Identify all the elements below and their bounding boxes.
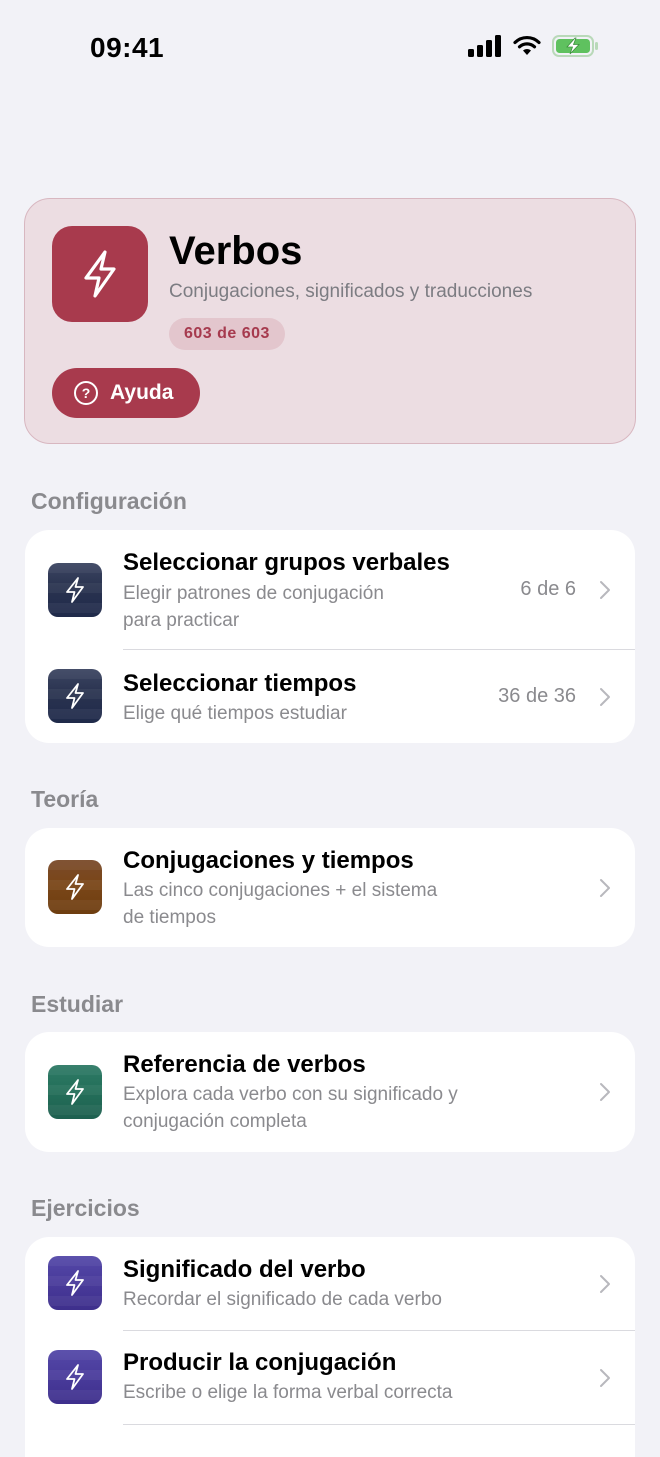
row-separator [123, 1424, 635, 1425]
ejercicios-card: Significado del verbo Recordar el signif… [25, 1237, 635, 1457]
lightning-bolt-icon [48, 563, 102, 617]
lightning-bolt-icon [48, 669, 102, 723]
row-seleccionar-tiempos[interactable]: Seleccionar tiempos Elige qué tiempos es… [25, 650, 635, 743]
section-header-teoria: Teoría [31, 786, 99, 812]
row-title: Conjugaciones y tiempos [123, 847, 414, 874]
lightning-bolt-icon [48, 1065, 102, 1119]
row-value: 36 de 36 [498, 685, 576, 707]
estudiar-card: Referencia de verbos Explora cada verbo … [25, 1032, 635, 1152]
row-significado-del-verbo[interactable]: Significado del verbo Recordar el signif… [25, 1237, 635, 1330]
status-time: 09:41 [90, 32, 165, 63]
lightning-bolt-icon [52, 226, 148, 322]
section-header-configuracion: Configuración [31, 488, 187, 514]
battery-charging-icon [552, 35, 598, 57]
section-header-estudiar: Estudiar [31, 991, 124, 1017]
chevron-right-icon [600, 879, 610, 897]
chevron-right-icon [600, 1369, 610, 1387]
row-subtitle: Escribe o elige la forma verbal correcta [123, 1382, 453, 1403]
chevron-right-icon [600, 1083, 610, 1101]
row-subtitle-line2: conjugación completa [123, 1111, 307, 1132]
row-title: Seleccionar grupos verbales [123, 549, 450, 576]
row-seleccionar-grupos-verbales[interactable]: Seleccionar grupos verbales Elegir patro… [25, 530, 635, 649]
chevron-right-icon [600, 1275, 610, 1293]
lightning-bolt-icon [48, 1350, 102, 1404]
row-subtitle: Las cinco conjugaciones + el sistema [123, 880, 438, 901]
help-button-label: Ayuda [110, 381, 174, 404]
lightning-bolt-icon [48, 860, 102, 914]
verbos-hero-card: Verbos Conjugaciones, significados y tra… [24, 198, 636, 444]
row-producir-la-conjugacion[interactable]: Producir la conjugación Escribe o elige … [25, 1331, 635, 1424]
chevron-right-icon [600, 688, 610, 706]
row-value: 6 de 6 [520, 578, 576, 600]
section-header-ejercicios: Ejercicios [31, 1195, 140, 1221]
count-badge: 603 de 603 [169, 318, 285, 350]
teoria-card: Conjugaciones y tiempos Las cinco conjug… [25, 828, 635, 947]
configuracion-card: Seleccionar grupos verbales Elegir patro… [25, 530, 635, 743]
status-bar: 09:41 [0, 0, 660, 96]
hero-title: Verbos [169, 229, 303, 273]
row-title: Significado del verbo [123, 1256, 366, 1283]
wifi-icon [513, 35, 541, 55]
row-subtitle: Recordar el significado de cada verbo [123, 1289, 442, 1310]
hero-subtitle: Conjugaciones, significados y traduccion… [169, 281, 533, 302]
question-circle-icon: ? [74, 381, 98, 405]
row-subtitle: Elegir patrones de conjugación [123, 583, 384, 604]
row-conjugaciones-y-tiempos[interactable]: Conjugaciones y tiempos Las cinco conjug… [25, 828, 635, 947]
cellular-signal-icon [468, 35, 501, 57]
status-icons [468, 34, 600, 58]
row-subtitle-line2: para practicar [123, 610, 240, 631]
lightning-bolt-icon [48, 1256, 102, 1310]
row-subtitle-line2: de tiempos [123, 907, 216, 928]
row-title: Seleccionar tiempos [123, 670, 357, 697]
row-subtitle: Elige qué tiempos estudiar [123, 703, 347, 724]
chevron-right-icon [600, 581, 610, 599]
row-referencia-de-verbos[interactable]: Referencia de verbos Explora cada verbo … [25, 1032, 635, 1152]
row-subtitle: Explora cada verbo con su significado y [123, 1084, 458, 1105]
row-title: Producir la conjugación [123, 1349, 397, 1376]
help-button[interactable]: ? Ayuda [52, 368, 200, 418]
row-title: Referencia de verbos [123, 1051, 366, 1078]
